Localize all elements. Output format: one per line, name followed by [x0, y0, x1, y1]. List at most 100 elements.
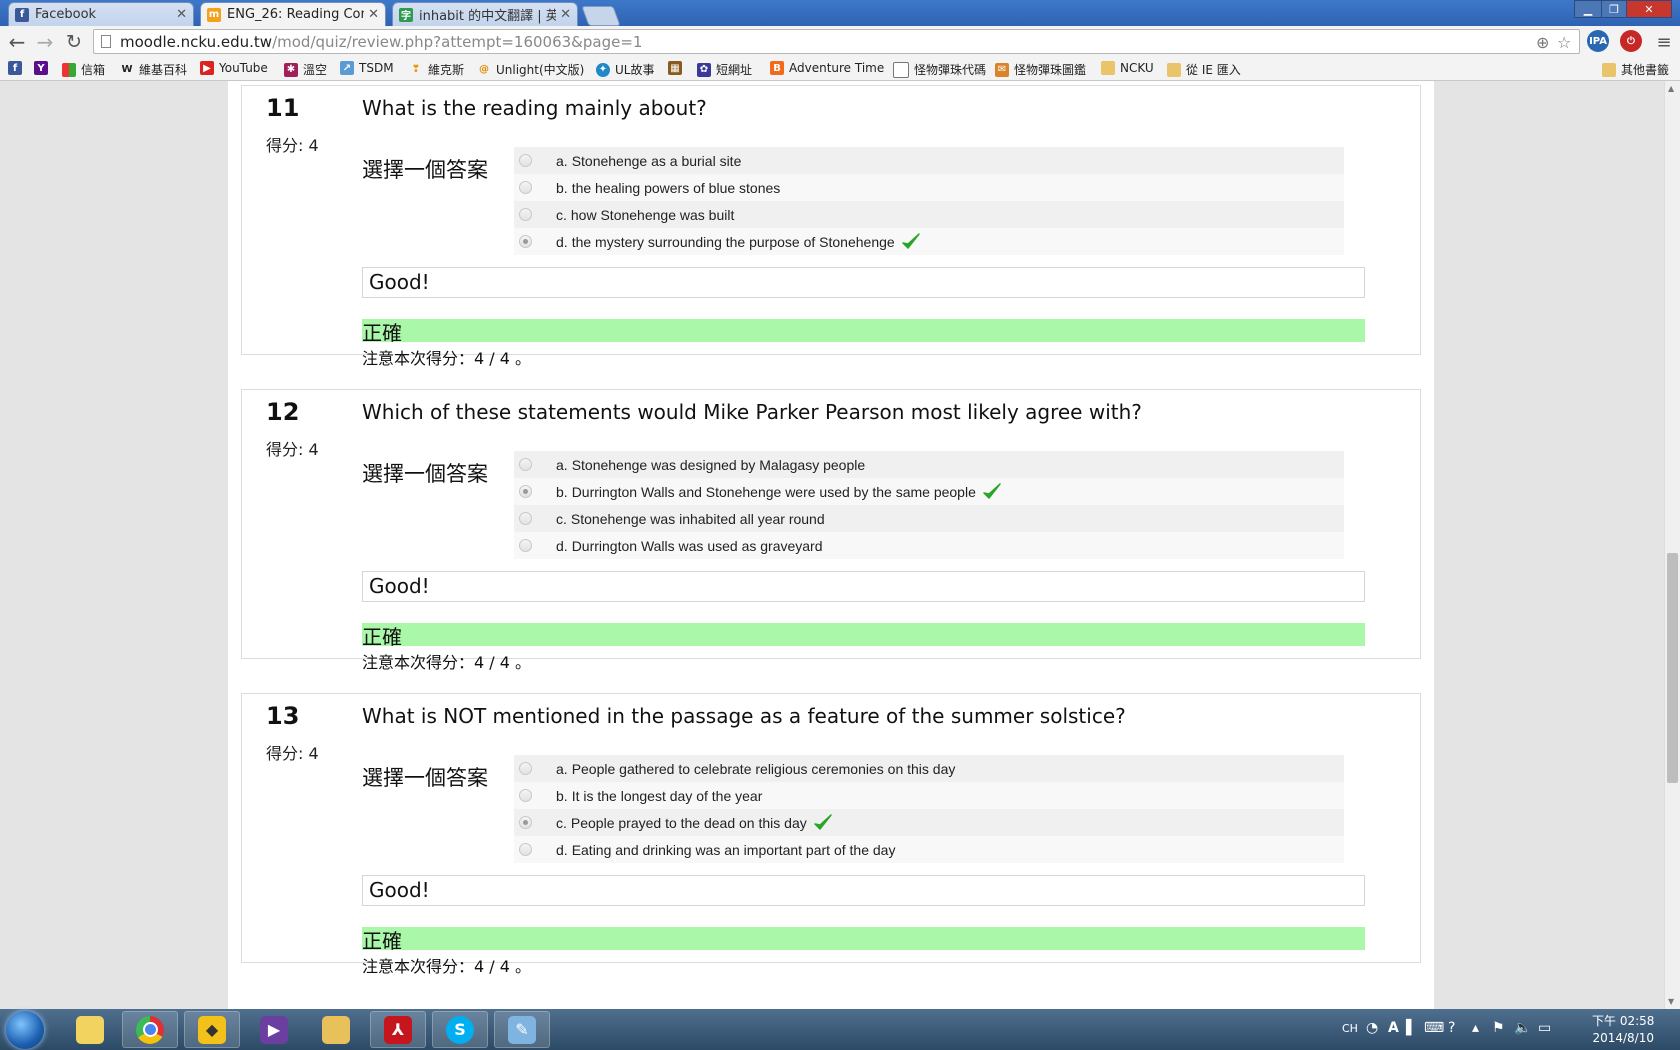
- option-text: People prayed to the dead on this day: [570, 814, 807, 831]
- keyboard-icon[interactable]: ⌨: [1424, 1020, 1444, 1036]
- bookmark-short-url[interactable]: ✿ 短網址: [697, 61, 752, 78]
- minimize-button[interactable]: ▁: [1574, 0, 1602, 18]
- answer-option[interactable]: a. People gathered to celebrate religious…: [514, 755, 1344, 782]
- page-viewport: 11 得分: 4 What is the reading mainly abou…: [0, 81, 1664, 1009]
- taskbar-explorer[interactable]: [62, 1011, 118, 1048]
- radio-button[interactable]: [519, 181, 532, 194]
- facebook-icon: f: [15, 7, 29, 22]
- bookmark-yahoo[interactable]: Y: [34, 61, 53, 75]
- action-center-flag-icon[interactable]: ⚑: [1492, 1020, 1505, 1036]
- start-button[interactable]: [6, 1011, 44, 1049]
- answer-option[interactable]: d. Eating and drinking was an important p…: [514, 836, 1344, 863]
- answer-prompt: 選擇一個答案: [362, 766, 488, 790]
- bookmark-monster-atlas[interactable]: ✉ 怪物彈珠圖鑑: [995, 61, 1086, 78]
- vertical-scrollbar[interactable]: ▲ ▼: [1664, 81, 1680, 1009]
- wikipedia-icon: W: [121, 64, 133, 75]
- radio-button[interactable]: [519, 789, 532, 802]
- bookmark-vikes[interactable]: ❣ 維克斯: [409, 61, 464, 78]
- close-tab-icon[interactable]: ✕: [560, 7, 571, 22]
- close-tab-icon[interactable]: ✕: [176, 7, 187, 22]
- bookmark-label: 短網址: [716, 63, 753, 77]
- url-text: moodle.ncku.edu.tw/mod/quiz/review.php?a…: [120, 33, 643, 51]
- bookmark-mail[interactable]: 信箱: [62, 61, 105, 78]
- answer-option[interactable]: b. the healing powers of blue stones: [514, 174, 1344, 201]
- bookmark-wenkong[interactable]: ✱ 溫空: [284, 61, 327, 78]
- tab-dictionary[interactable]: 字 inhabit 的中文翻譯 | 英漢 ✕: [392, 2, 578, 26]
- taskbar-skype[interactable]: S: [432, 1011, 488, 1048]
- tab-quiz[interactable]: m ENG_26: Reading Comp ✕: [200, 2, 386, 26]
- option-letter: b.: [556, 179, 568, 196]
- back-icon[interactable]: ←: [5, 30, 29, 54]
- folder-icon: [1101, 61, 1115, 75]
- option-letter: c.: [556, 814, 567, 831]
- reload-icon[interactable]: ↻: [62, 30, 86, 54]
- question-card-13: 13 得分: 4 What is NOT mentioned in the pa…: [241, 693, 1421, 976]
- bookmark-ie-import-folder[interactable]: 從 IE 匯入: [1167, 61, 1241, 78]
- scrollbar-thumb[interactable]: [1667, 553, 1678, 783]
- answer-option[interactable]: a. Stonehenge was designed by Malagasy pe…: [514, 451, 1344, 478]
- bookmark-tsdm[interactable]: ↗ TSDM: [340, 61, 394, 75]
- taskbar-visual-studio[interactable]: ▶: [246, 1011, 302, 1048]
- new-tab-button[interactable]: [581, 6, 621, 26]
- tab-title: inhabit 的中文翻譯 | 英漢: [419, 9, 557, 24]
- answer-option[interactable]: c. Stonehenge was inhabited all year roun…: [514, 505, 1344, 532]
- bookmark-game[interactable]: ▦: [668, 61, 687, 75]
- bookmark-youtube[interactable]: ▶ YouTube: [200, 61, 268, 75]
- answer-option[interactable]: d. Durrington Walls was used as graveyard: [514, 532, 1344, 559]
- close-window-button[interactable]: ✕: [1626, 0, 1672, 18]
- answer-option[interactable]: a. Stonehenge as a burial site: [514, 147, 1344, 174]
- radio-button[interactable]: [519, 762, 532, 775]
- radio-button[interactable]: [519, 235, 532, 248]
- bookmark-wiki[interactable]: W 維基百科: [120, 61, 187, 78]
- ime-mode-icon[interactable]: ▌: [1406, 1020, 1417, 1036]
- show-hidden-icons[interactable]: ▴: [1472, 1020, 1479, 1036]
- bookmark-ul-story[interactable]: ✦ UL故事: [596, 61, 654, 78]
- dictionary-icon: 字: [399, 7, 413, 22]
- radio-button[interactable]: [519, 539, 532, 552]
- maximize-button[interactable]: ❐: [1601, 0, 1627, 18]
- volume-icon[interactable]: 🔈: [1514, 1020, 1531, 1036]
- radio-button[interactable]: [519, 512, 532, 525]
- bookmark-ncku-folder[interactable]: NCKU: [1101, 61, 1154, 75]
- other-bookmarks-folder[interactable]: 其他書籤: [1602, 61, 1669, 78]
- close-tab-icon[interactable]: ✕: [368, 7, 379, 22]
- answer-option[interactable]: c. People prayed to the dead on this day: [514, 809, 1344, 836]
- answer-option[interactable]: b. Durrington Walls and Stonehenge were u…: [514, 478, 1344, 505]
- answer-option[interactable]: c. how Stonehenge was built: [514, 201, 1344, 228]
- radio-button[interactable]: [519, 154, 532, 167]
- menu-icon[interactable]: ≡: [1652, 30, 1676, 54]
- bookmark-star-icon[interactable]: ☆: [1557, 33, 1571, 52]
- bookmark-unlight[interactable]: @ Unlight(中文版): [477, 61, 584, 78]
- radio-button[interactable]: [519, 208, 532, 221]
- tab-facebook[interactable]: f Facebook ✕: [8, 2, 194, 26]
- bookmark-monster-codes[interactable]: 怪物彈珠代碼: [893, 61, 986, 78]
- ime-icon[interactable]: ◔: [1366, 1020, 1378, 1036]
- bookmark-facebook[interactable]: f: [8, 61, 27, 75]
- taskbar-chrome[interactable]: [122, 1011, 178, 1048]
- bookmark-label: 信箱: [81, 63, 106, 77]
- radio-button[interactable]: [519, 843, 532, 856]
- adblock-extension-icon[interactable]: ⏻: [1620, 30, 1642, 52]
- taskbar-acrobat[interactable]: ⅄: [370, 1011, 426, 1048]
- correct-check-icon: [983, 482, 1001, 499]
- language-indicator[interactable]: CH: [1342, 1022, 1358, 1035]
- network-icon[interactable]: ▭: [1538, 1020, 1551, 1036]
- taskbar-tool[interactable]: ◆: [184, 1011, 240, 1048]
- scroll-up-icon[interactable]: ▲: [1668, 84, 1674, 93]
- ipa-extension-icon[interactable]: IPA: [1587, 30, 1609, 52]
- radio-button[interactable]: [519, 485, 532, 498]
- font-icon[interactable]: A: [1388, 1020, 1399, 1036]
- answer-option[interactable]: d. the mystery surrounding the purpose of…: [514, 228, 1344, 255]
- radio-button[interactable]: [519, 816, 532, 829]
- forward-icon[interactable]: →: [33, 30, 57, 54]
- taskbar-paint[interactable]: ✎: [494, 1011, 550, 1048]
- system-clock[interactable]: 下午 02:58 2014/8/10: [1592, 1013, 1654, 1047]
- taskbar-files[interactable]: [308, 1011, 364, 1048]
- address-bar[interactable]: moodle.ncku.edu.tw/mod/quiz/review.php?a…: [93, 29, 1580, 54]
- radio-button[interactable]: [519, 458, 532, 471]
- zoom-icon[interactable]: ⊕: [1536, 33, 1549, 52]
- scroll-down-icon[interactable]: ▼: [1668, 997, 1674, 1006]
- bookmark-adventure-time[interactable]: B Adventure Time: [770, 61, 884, 75]
- answer-option[interactable]: b. It is the longest day of the year: [514, 782, 1344, 809]
- help-icon[interactable]: ?: [1448, 1020, 1455, 1036]
